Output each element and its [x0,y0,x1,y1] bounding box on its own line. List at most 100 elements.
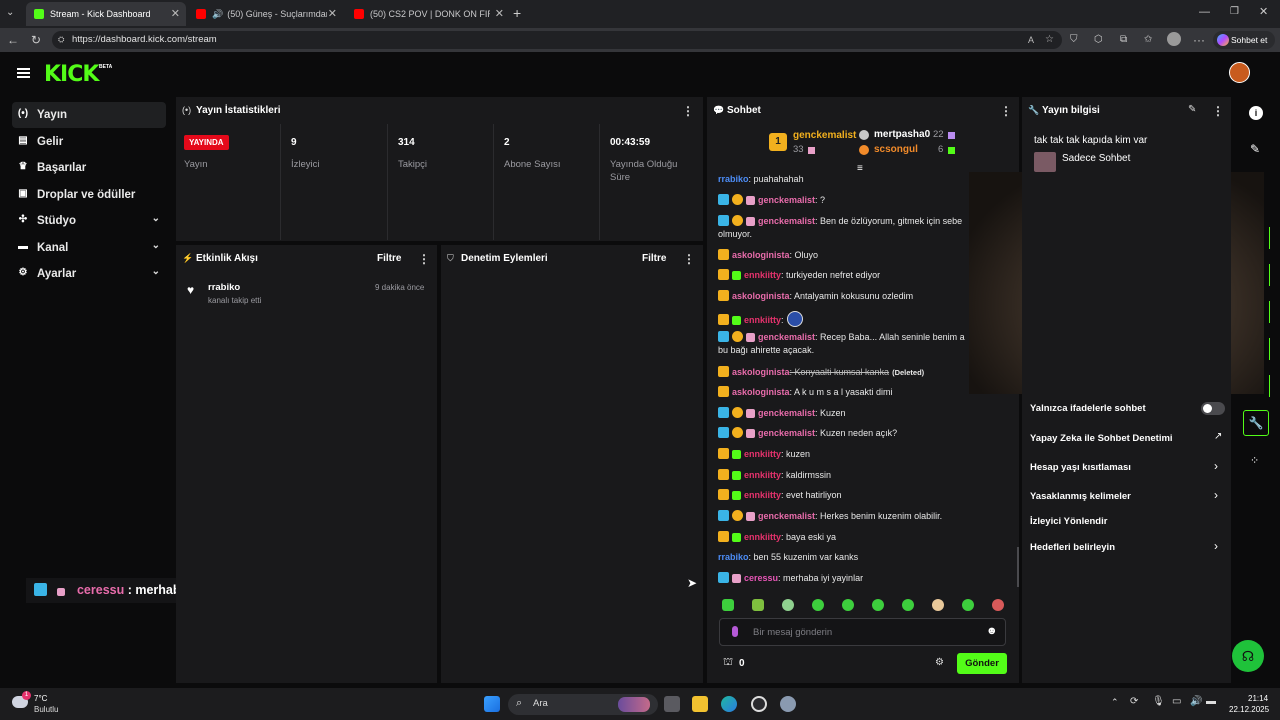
favorite-star-icon[interactable]: ☆ [1045,31,1054,49]
apps-icon[interactable]: ⁘ [1250,454,1259,467]
chevron-right-icon[interactable]: › [1214,539,1218,553]
emote-only-toggle[interactable] [1201,402,1225,415]
filter-button[interactable]: Filtre [377,253,401,264]
chat-username[interactable]: genckemalist [758,332,815,342]
tray-sync-icon[interactable]: ⟳ [1130,696,1138,707]
microphone-tray-icon[interactable]: 🎙 [1152,696,1165,707]
emote-icon[interactable] [992,599,1004,611]
more-menu-icon[interactable]: ··· [1193,33,1205,47]
store-icon[interactable]: ⛫ [723,656,733,670]
chat-username[interactable]: askologinista [732,367,790,377]
sidebar-item-basarilar[interactable]: ♛ Başarılar [12,155,166,181]
chat-username[interactable]: askologinista [732,387,790,397]
tray-overflow-icon[interactable]: ⌃ [1111,697,1119,708]
read-aloud-icon[interactable]: A [1028,31,1034,49]
edit-pencil-icon[interactable]: ✎ [1188,104,1196,115]
chat-username[interactable]: ennkiitty [744,490,781,500]
emoji-icon[interactable]: ☻ [986,625,998,637]
battery-icon[interactable]: ▬ [1206,696,1216,707]
url-field[interactable]: ⛭ https://dashboard.kick.com/stream A ☆ [52,31,1062,49]
network-icon[interactable]: ▭ [1172,696,1181,707]
clock-time[interactable]: 21:14 [1248,694,1268,703]
send-button[interactable]: Gönder [957,653,1007,674]
emote-icon[interactable] [722,599,734,611]
site-info-icon[interactable]: ⛭ [58,31,64,49]
copilot-chat-button[interactable]: Sohbet et [1213,31,1275,49]
chat-username[interactable]: genckemalist [758,195,815,205]
leader-name[interactable]: genckemalist [793,130,856,141]
tab-list-icon[interactable]: ⌄ [6,7,14,18]
tab-kick-dashboard[interactable]: Stream - Kick Dashboard ✕ [26,2,186,26]
kebab-menu-icon[interactable]: ⋮ [1212,104,1224,118]
hamburger-menu-icon[interactable] [17,68,30,78]
minimize-icon[interactable]: — [1199,6,1210,18]
chat-username[interactable]: ennkiitty [744,270,781,280]
new-tab-icon[interactable]: + [513,5,521,21]
chat-input[interactable]: Bir mesaj gönderin ☻ [719,618,1006,646]
activity-user[interactable]: rrabiko [208,282,240,293]
emote-icon[interactable] [812,599,824,611]
user-avatar[interactable] [1229,62,1250,83]
emote-icon[interactable] [782,599,794,611]
chat-username[interactable]: askologinista [732,291,790,301]
kebab-menu-icon[interactable]: ⋮ [683,252,695,266]
edit-icon[interactable]: ✎ [1250,142,1260,156]
task-view-icon[interactable] [664,696,680,712]
chat-scrollbar[interactable] [1017,547,1019,587]
chat-username[interactable]: ennkiitty [744,532,781,542]
favorites-icon[interactable]: ✩ [1144,33,1152,47]
profile-avatar[interactable] [1167,32,1181,46]
filter-button[interactable]: Filtre [642,253,666,264]
setting-account-age[interactable]: Hesap yaşı kısıtlaması [1030,462,1131,473]
leader-name[interactable]: mertpasha0 [874,129,930,140]
chat-username[interactable]: ennkiitty [744,315,781,325]
sidebar-item-gelir[interactable]: ▤ Gelir [12,129,166,155]
maximize-icon[interactable]: ❐ [1230,6,1239,17]
close-window-icon[interactable]: ✕ [1259,5,1268,18]
setting-banned-words[interactable]: Yasaklanmış kelimeler [1030,491,1131,502]
close-tab-icon[interactable]: ✕ [328,7,337,20]
chat-username[interactable]: genckemalist [758,511,815,521]
chat-username[interactable]: rrabiko [718,552,749,562]
setting-raid[interactable]: İzleyici Yönlendir [1030,516,1107,527]
info-icon[interactable]: i [1249,106,1263,120]
chat-username[interactable]: genckemalist [758,408,815,418]
emote-icon[interactable] [842,599,854,611]
shield-icon[interactable]: ⛉ [1070,33,1078,47]
chat-settings-icon[interactable]: ⚙ [935,657,944,668]
tab-youtube-cs2[interactable]: (50) CS2 POV | DONK ON FIRE🔥 | ✕ [346,2,510,26]
sidebar-item-ayarlar[interactable]: ⚙ Ayarlar ⌄ [12,261,166,287]
close-tab-icon[interactable]: ✕ [171,7,180,20]
sidebar-item-droplar[interactable]: ▣ Droplar ve ödüller [12,182,166,208]
kebab-menu-icon[interactable]: ⋮ [1000,104,1012,118]
setting-ai-moderation[interactable]: Yapay Zeka ile Sohbet Denetimi [1030,433,1173,444]
chat-username[interactable]: rrabiko [718,174,749,184]
reload-icon[interactable]: ↻ [31,33,41,47]
category-name[interactable]: Sadece Sohbet [1062,153,1130,164]
windows-start-icon[interactable] [484,696,500,712]
chat-username[interactable]: ennkiitty [744,470,781,480]
chat-username[interactable]: askologinista [732,250,790,260]
tab-youtube-gunes[interactable]: 🔊 (50) Güneş - Suçlarımdan Biri ✕ [188,2,343,26]
expand-leaderboard-icon[interactable]: ≡ [857,163,863,174]
chat-username[interactable]: genckemalist [758,428,815,438]
emote-icon[interactable] [752,599,764,611]
chat-username[interactable]: ennkiitty [744,449,781,459]
support-headset-icon[interactable]: ☊ [1232,640,1264,672]
kick-logo[interactable]: KICK [44,62,99,87]
setting-goals[interactable]: Hedefleri belirleyin [1030,542,1115,553]
sidebar-item-yayin[interactable]: (•) Yayın [12,102,166,128]
file-explorer-icon[interactable] [692,696,708,712]
extension-icon[interactable]: ⬡ [1094,33,1103,47]
collections-icon[interactable]: ⧉ [1120,33,1127,47]
speaker-icon[interactable]: 🔊 [212,9,223,20]
external-link-icon[interactable]: ↗ [1214,431,1222,442]
settings-gear-icon[interactable] [780,696,796,712]
back-icon[interactable]: ← [7,33,19,47]
chevron-right-icon[interactable]: › [1214,459,1218,473]
leader-name[interactable]: scsongul [874,144,918,155]
obs-icon[interactable] [751,696,767,712]
microphone-icon[interactable] [732,626,738,637]
emote-icon[interactable] [932,599,944,611]
chat-username[interactable]: genckemalist [758,216,815,226]
